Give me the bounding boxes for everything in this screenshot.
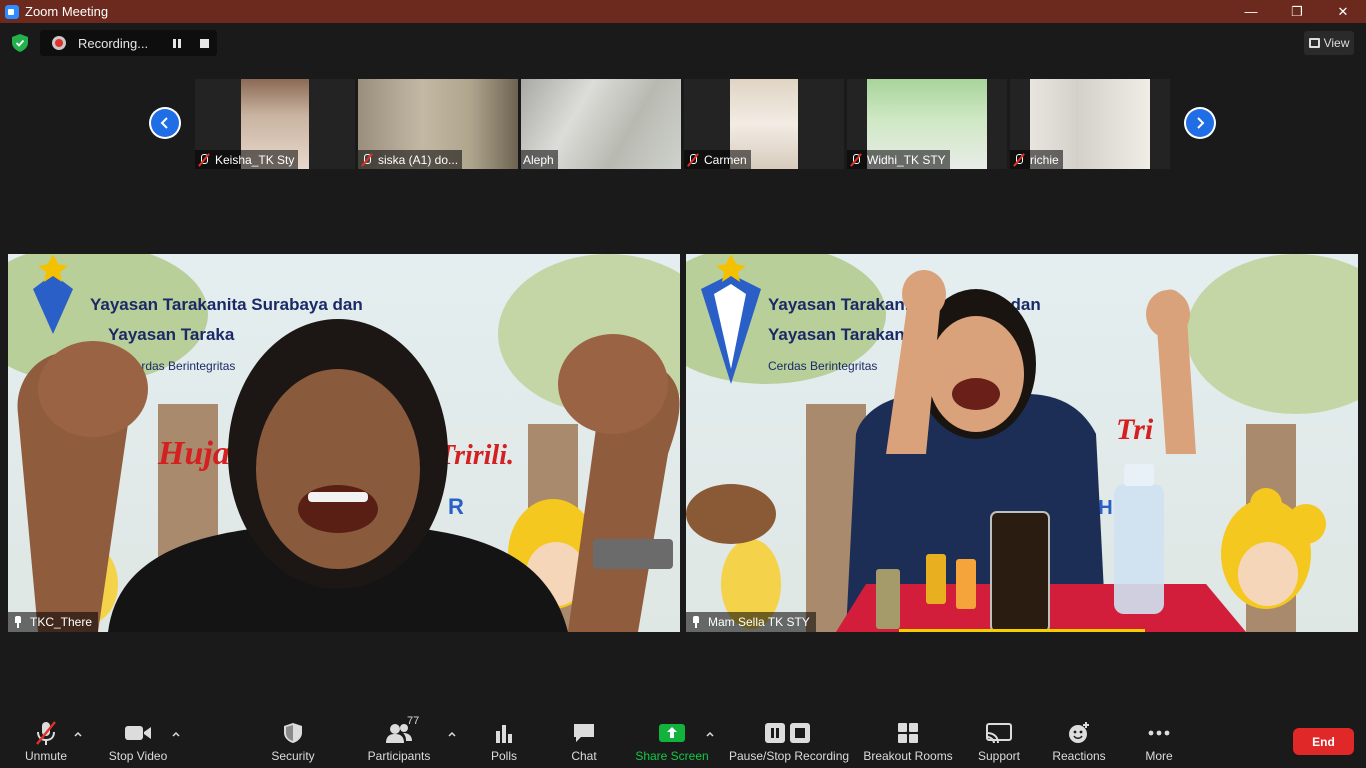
- participant-name: Carmen: [704, 152, 747, 167]
- participants-count: 77: [407, 715, 420, 727]
- more-ellipsis-icon: [1139, 718, 1179, 748]
- view-label: View: [1323, 36, 1350, 50]
- minimize-button[interactable]: —: [1228, 0, 1274, 23]
- pin-icon: [690, 616, 702, 628]
- breakout-rooms-grid-icon: [888, 718, 928, 748]
- security-label: Security: [271, 749, 315, 763]
- share-screen-icon: [652, 718, 692, 748]
- end-meeting-button[interactable]: End: [1293, 728, 1354, 755]
- participant-tile[interactable]: siska (A1) do...: [358, 79, 518, 169]
- banner-red-text: Huja: [157, 435, 230, 472]
- reactions-smiley-icon: [1059, 718, 1099, 748]
- participants-options-chevron-up-icon[interactable]: [446, 728, 458, 740]
- participant-tile[interactable]: Widhi_TK STY: [847, 79, 1007, 169]
- restore-button[interactable]: ❐: [1274, 0, 1320, 23]
- banner-red-text: Tri: [1116, 413, 1154, 446]
- recording-dot-icon: [52, 36, 66, 50]
- meeting-toolbar: Unmute Stop Video Security 77 Participan…: [0, 708, 1366, 768]
- reactions-label: Reactions: [1052, 749, 1106, 763]
- recording-label: Recording...: [78, 35, 149, 51]
- mic-muted-icon: [849, 153, 863, 167]
- mic-muted-icon: [360, 153, 374, 167]
- participant-name: Widhi_TK STY: [867, 152, 946, 167]
- pause-recording-icon[interactable]: [173, 39, 183, 48]
- mic-muted-icon: [26, 718, 66, 748]
- chat-bubble-icon: [564, 718, 604, 748]
- video-camera-icon: [118, 718, 158, 748]
- pause-stop-recording-label: Pause/Stop Recording: [728, 749, 850, 763]
- participants-label: Participants: [367, 749, 431, 763]
- polls-button[interactable]: Polls: [484, 708, 524, 768]
- speaker-name: Mam Sella TK STY: [708, 615, 810, 629]
- share-screen-label: Share Screen: [635, 749, 709, 763]
- participant-tile[interactable]: richie: [1010, 79, 1170, 169]
- video-options-chevron-up-icon[interactable]: [170, 728, 182, 740]
- banner-blue-text: R: [448, 494, 464, 519]
- support-label: Support: [977, 749, 1021, 763]
- recording-indicator: Recording...: [40, 30, 217, 56]
- zoom-app-icon: [5, 4, 19, 19]
- participants-button[interactable]: 77 Participants: [364, 708, 434, 768]
- encryption-shield-icon[interactable]: [12, 34, 28, 52]
- participant-tile[interactable]: Keisha_TK Sty: [195, 79, 355, 169]
- previous-page-button[interactable]: [149, 107, 181, 139]
- pause-stop-recording-button[interactable]: Pause/Stop Recording: [729, 708, 849, 768]
- share-options-chevron-up-icon[interactable]: [704, 728, 716, 740]
- speaker-video: Yayasan Tarakanita Surabaya dan Yayasan …: [8, 254, 680, 632]
- support-screen-icon: [979, 718, 1019, 748]
- banner-line2: Yayasan Taraka: [108, 325, 235, 344]
- chevron-right-icon: [1197, 117, 1205, 129]
- active-speaker-indicator: [899, 629, 1145, 632]
- participant-name: Keisha_TK Sty: [215, 152, 295, 167]
- view-button[interactable]: View: [1304, 31, 1354, 55]
- main-video-tile-right[interactable]: Yayasan Tarakanita Surabaya dan Yayasan …: [686, 254, 1358, 632]
- unmute-button[interactable]: Unmute: [20, 708, 72, 768]
- banner-red-text-2: Tririli.: [438, 440, 514, 471]
- speaker-name: TKC_There: [30, 615, 93, 629]
- participants-icon: 77: [379, 715, 420, 748]
- main-video-tile-left[interactable]: Yayasan Tarakanita Surabaya dan Yayasan …: [8, 254, 680, 632]
- unmute-label: Unmute: [24, 749, 68, 763]
- security-button[interactable]: Security: [263, 708, 323, 768]
- polls-bar-chart-icon: [484, 718, 524, 748]
- stop-video-button[interactable]: Stop Video: [104, 708, 172, 768]
- meeting-top-bar: Recording... View: [0, 23, 1366, 63]
- participant-name: Aleph: [523, 152, 554, 167]
- stop-video-label: Stop Video: [108, 749, 168, 763]
- participant-tile[interactable]: Aleph: [521, 79, 681, 169]
- more-label: More: [1145, 749, 1173, 763]
- stop-recording-icon[interactable]: [200, 39, 209, 48]
- banner-line2: Yayasan Tarakanita: [768, 325, 925, 344]
- chat-button[interactable]: Chat: [564, 708, 604, 768]
- banner-line3: Cerdas Berintegritas: [768, 359, 877, 373]
- reactions-button[interactable]: Reactions: [1048, 708, 1110, 768]
- mic-muted-icon: [197, 153, 211, 167]
- next-page-button[interactable]: [1184, 107, 1216, 139]
- security-shield-icon: [273, 718, 313, 748]
- mic-muted-icon: [1012, 153, 1026, 167]
- chat-label: Chat: [571, 749, 597, 763]
- audio-options-chevron-up-icon[interactable]: [72, 728, 84, 740]
- support-button[interactable]: Support: [974, 708, 1024, 768]
- share-screen-button[interactable]: Share Screen: [635, 708, 709, 768]
- speaker-video: Yayasan Tarakanita Surabaya dan Yayasan …: [686, 254, 1358, 632]
- banner-line1: Yayasan Tarakanita Surabaya dan: [90, 295, 363, 314]
- more-button[interactable]: More: [1139, 708, 1179, 768]
- pause-stop-recording-icon: [764, 718, 814, 748]
- window-title: Zoom Meeting: [25, 4, 109, 19]
- polls-label: Polls: [490, 749, 517, 763]
- breakout-rooms-button[interactable]: Breakout Rooms: [862, 708, 954, 768]
- mic-muted-icon: [686, 153, 700, 167]
- pin-icon: [12, 616, 24, 628]
- window-title-bar: Zoom Meeting — ❐ ✕: [0, 0, 1366, 23]
- breakout-rooms-label: Breakout Rooms: [863, 749, 953, 763]
- view-grid-icon: [1308, 38, 1320, 48]
- close-button[interactable]: ✕: [1320, 0, 1366, 23]
- chevron-left-icon: [160, 117, 168, 129]
- participant-name: richie: [1030, 152, 1059, 167]
- participant-tile[interactable]: Carmen: [684, 79, 844, 169]
- participant-name: siska (A1) do...: [378, 152, 459, 167]
